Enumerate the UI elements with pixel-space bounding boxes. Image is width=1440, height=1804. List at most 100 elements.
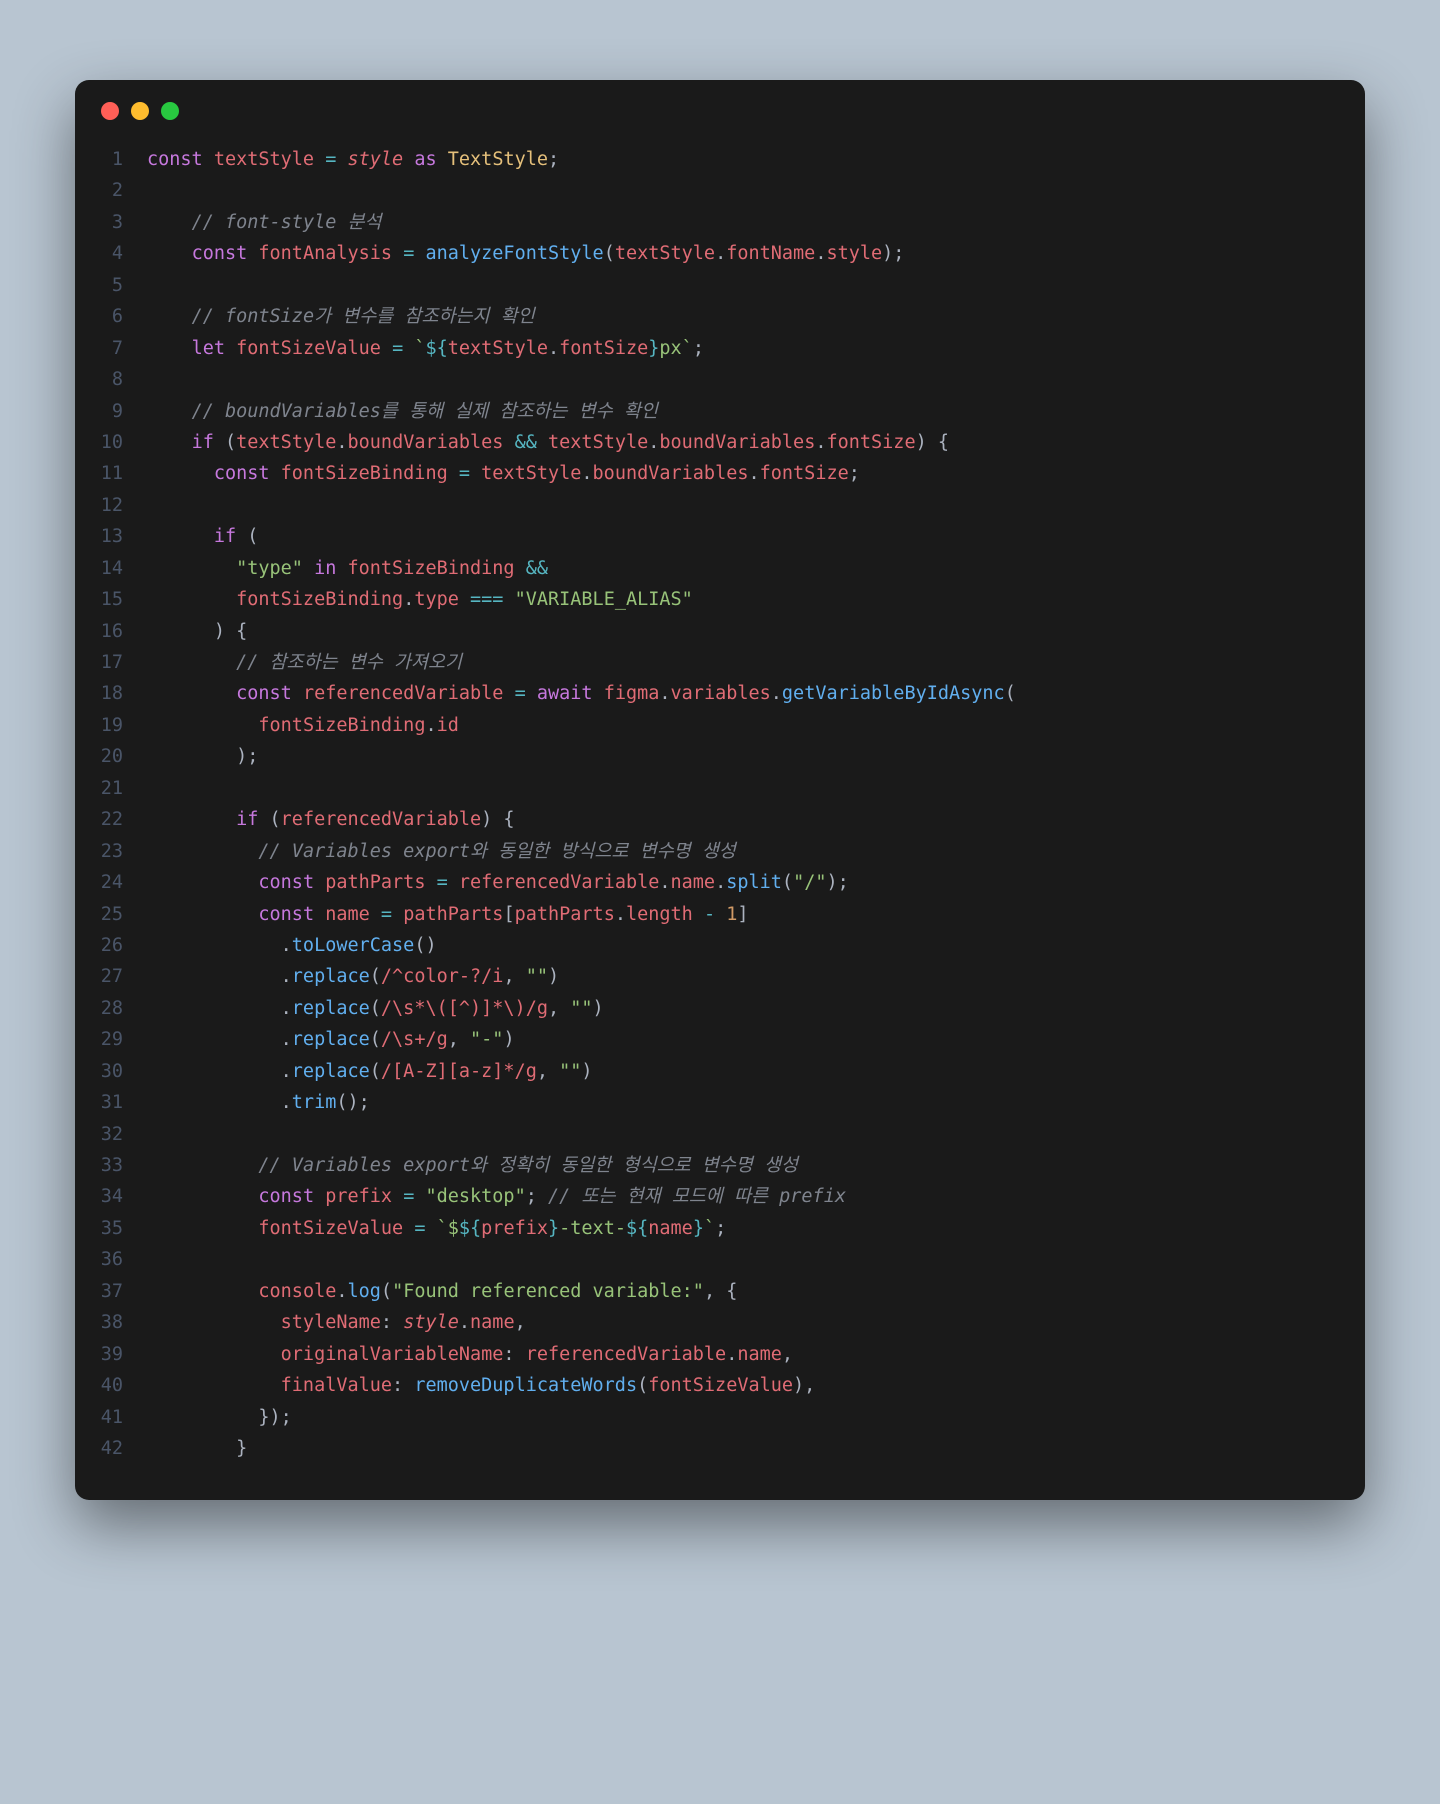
code-line: 37 console.log("Found referenced variabl… <box>89 1276 1335 1307</box>
window-titlebar <box>75 80 1365 138</box>
code-line: 6 // fontSize가 변수를 참조하는지 확인 <box>89 301 1335 332</box>
code-line: 18 const referencedVariable = await figm… <box>89 678 1335 709</box>
code-line: 36 <box>89 1244 1335 1275</box>
line-number: 11 <box>89 458 147 489</box>
code-line: 11 const fontSizeBinding = textStyle.bou… <box>89 458 1335 489</box>
code-content: fontSizeBinding.type === "VARIABLE_ALIAS… <box>147 584 693 615</box>
code-content: const fontSizeBinding = textStyle.boundV… <box>147 458 860 489</box>
code-content: .replace(/^color-?/i, "") <box>147 961 559 992</box>
line-number: 37 <box>89 1276 147 1307</box>
code-line: 5 <box>89 270 1335 301</box>
line-number: 19 <box>89 710 147 741</box>
line-number: 10 <box>89 427 147 458</box>
line-number: 33 <box>89 1150 147 1181</box>
line-number: 42 <box>89 1433 147 1464</box>
code-line: 23 // Variables export와 동일한 방식으로 변수명 생성 <box>89 836 1335 867</box>
code-content: .toLowerCase() <box>147 930 437 961</box>
code-line: 21 <box>89 773 1335 804</box>
line-number: 32 <box>89 1119 147 1150</box>
code-line: 33 // Variables export와 정확히 동일한 형식으로 변수명… <box>89 1150 1335 1181</box>
code-line: 15 fontSizeBinding.type === "VARIABLE_AL… <box>89 584 1335 615</box>
line-number: 30 <box>89 1056 147 1087</box>
code-line: 20 ); <box>89 741 1335 772</box>
line-number: 20 <box>89 741 147 772</box>
line-number: 1 <box>89 144 147 175</box>
line-number: 3 <box>89 207 147 238</box>
line-number: 25 <box>89 899 147 930</box>
code-line: 32 <box>89 1119 1335 1150</box>
code-line: 41 }); <box>89 1402 1335 1433</box>
code-content <box>147 364 158 395</box>
code-content: // boundVariables를 통해 실제 참조하는 변수 확인 <box>147 396 658 427</box>
code-content: let fontSizeValue = `${textStyle.fontSiz… <box>147 333 704 364</box>
code-content: // Variables export와 정확히 동일한 형식으로 변수명 생성 <box>147 1150 798 1181</box>
code-content <box>147 175 158 206</box>
code-content: console.log("Found referenced variable:"… <box>147 1276 737 1307</box>
code-line: 4 const fontAnalysis = analyzeFontStyle(… <box>89 238 1335 269</box>
code-content: const referencedVariable = await figma.v… <box>147 678 1016 709</box>
line-number: 12 <box>89 490 147 521</box>
line-number: 40 <box>89 1370 147 1401</box>
line-number: 4 <box>89 238 147 269</box>
code-editor-window: 1const textStyle = style as TextStyle;2 … <box>75 80 1365 1500</box>
code-line: 30 .replace(/[A-Z][a-z]*/g, "") <box>89 1056 1335 1087</box>
code-content: if ( <box>147 521 258 552</box>
code-line: 17 // 참조하는 변수 가져오기 <box>89 647 1335 678</box>
close-icon[interactable] <box>101 102 119 120</box>
line-number: 29 <box>89 1024 147 1055</box>
code-line: 7 let fontSizeValue = `${textStyle.fontS… <box>89 333 1335 364</box>
code-content <box>147 1119 158 1150</box>
code-line: 25 const name = pathParts[pathParts.leng… <box>89 899 1335 930</box>
code-line: 19 fontSizeBinding.id <box>89 710 1335 741</box>
line-number: 13 <box>89 521 147 552</box>
code-line: 28 .replace(/\s*\([^)]*\)/g, "") <box>89 993 1335 1024</box>
code-line: 3 // font-style 분석 <box>89 207 1335 238</box>
code-line: 35 fontSizeValue = `$${prefix}-text-${na… <box>89 1213 1335 1244</box>
line-number: 31 <box>89 1087 147 1118</box>
code-content: styleName: style.name, <box>147 1307 526 1338</box>
code-line: 42 } <box>89 1433 1335 1464</box>
code-content: fontSizeValue = `$${prefix}-text-${name}… <box>147 1213 726 1244</box>
code-line: 31 .trim(); <box>89 1087 1335 1118</box>
code-content: finalValue: removeDuplicateWords(fontSiz… <box>147 1370 815 1401</box>
zoom-icon[interactable] <box>161 102 179 120</box>
line-number: 17 <box>89 647 147 678</box>
code-line: 40 finalValue: removeDuplicateWords(font… <box>89 1370 1335 1401</box>
line-number: 26 <box>89 930 147 961</box>
line-number: 6 <box>89 301 147 332</box>
line-number: 28 <box>89 993 147 1024</box>
code-content: fontSizeBinding.id <box>147 710 459 741</box>
code-content: const name = pathParts[pathParts.length … <box>147 899 749 930</box>
code-line: 16 ) { <box>89 616 1335 647</box>
code-line: 10 if (textStyle.boundVariables && textS… <box>89 427 1335 458</box>
code-line: 34 const prefix = "desktop"; // 또는 현재 모드… <box>89 1181 1335 1212</box>
code-content: .replace(/\s*\([^)]*\)/g, "") <box>147 993 604 1024</box>
code-content: originalVariableName: referencedVariable… <box>147 1339 793 1370</box>
line-number: 8 <box>89 364 147 395</box>
code-content: const pathParts = referencedVariable.nam… <box>147 867 849 898</box>
code-area[interactable]: 1const textStyle = style as TextStyle;2 … <box>75 138 1365 1500</box>
code-content: // font-style 분석 <box>147 207 382 238</box>
code-content: ); <box>147 741 258 772</box>
line-number: 24 <box>89 867 147 898</box>
line-number: 2 <box>89 175 147 206</box>
line-number: 23 <box>89 836 147 867</box>
code-content: ) { <box>147 616 247 647</box>
line-number: 16 <box>89 616 147 647</box>
code-line: 22 if (referencedVariable) { <box>89 804 1335 835</box>
line-number: 41 <box>89 1402 147 1433</box>
code-line: 1const textStyle = style as TextStyle; <box>89 144 1335 175</box>
minimize-icon[interactable] <box>131 102 149 120</box>
code-content: const prefix = "desktop"; // 또는 현재 모드에 따… <box>147 1181 846 1212</box>
code-line: 2 <box>89 175 1335 206</box>
line-number: 15 <box>89 584 147 615</box>
code-line: 27 .replace(/^color-?/i, "") <box>89 961 1335 992</box>
code-content: // Variables export와 동일한 방식으로 변수명 생성 <box>147 836 736 867</box>
code-content: .trim(); <box>147 1087 370 1118</box>
line-number: 9 <box>89 396 147 427</box>
line-number: 22 <box>89 804 147 835</box>
line-number: 34 <box>89 1181 147 1212</box>
line-number: 18 <box>89 678 147 709</box>
code-line: 12 <box>89 490 1335 521</box>
code-content: if (referencedVariable) { <box>147 804 515 835</box>
